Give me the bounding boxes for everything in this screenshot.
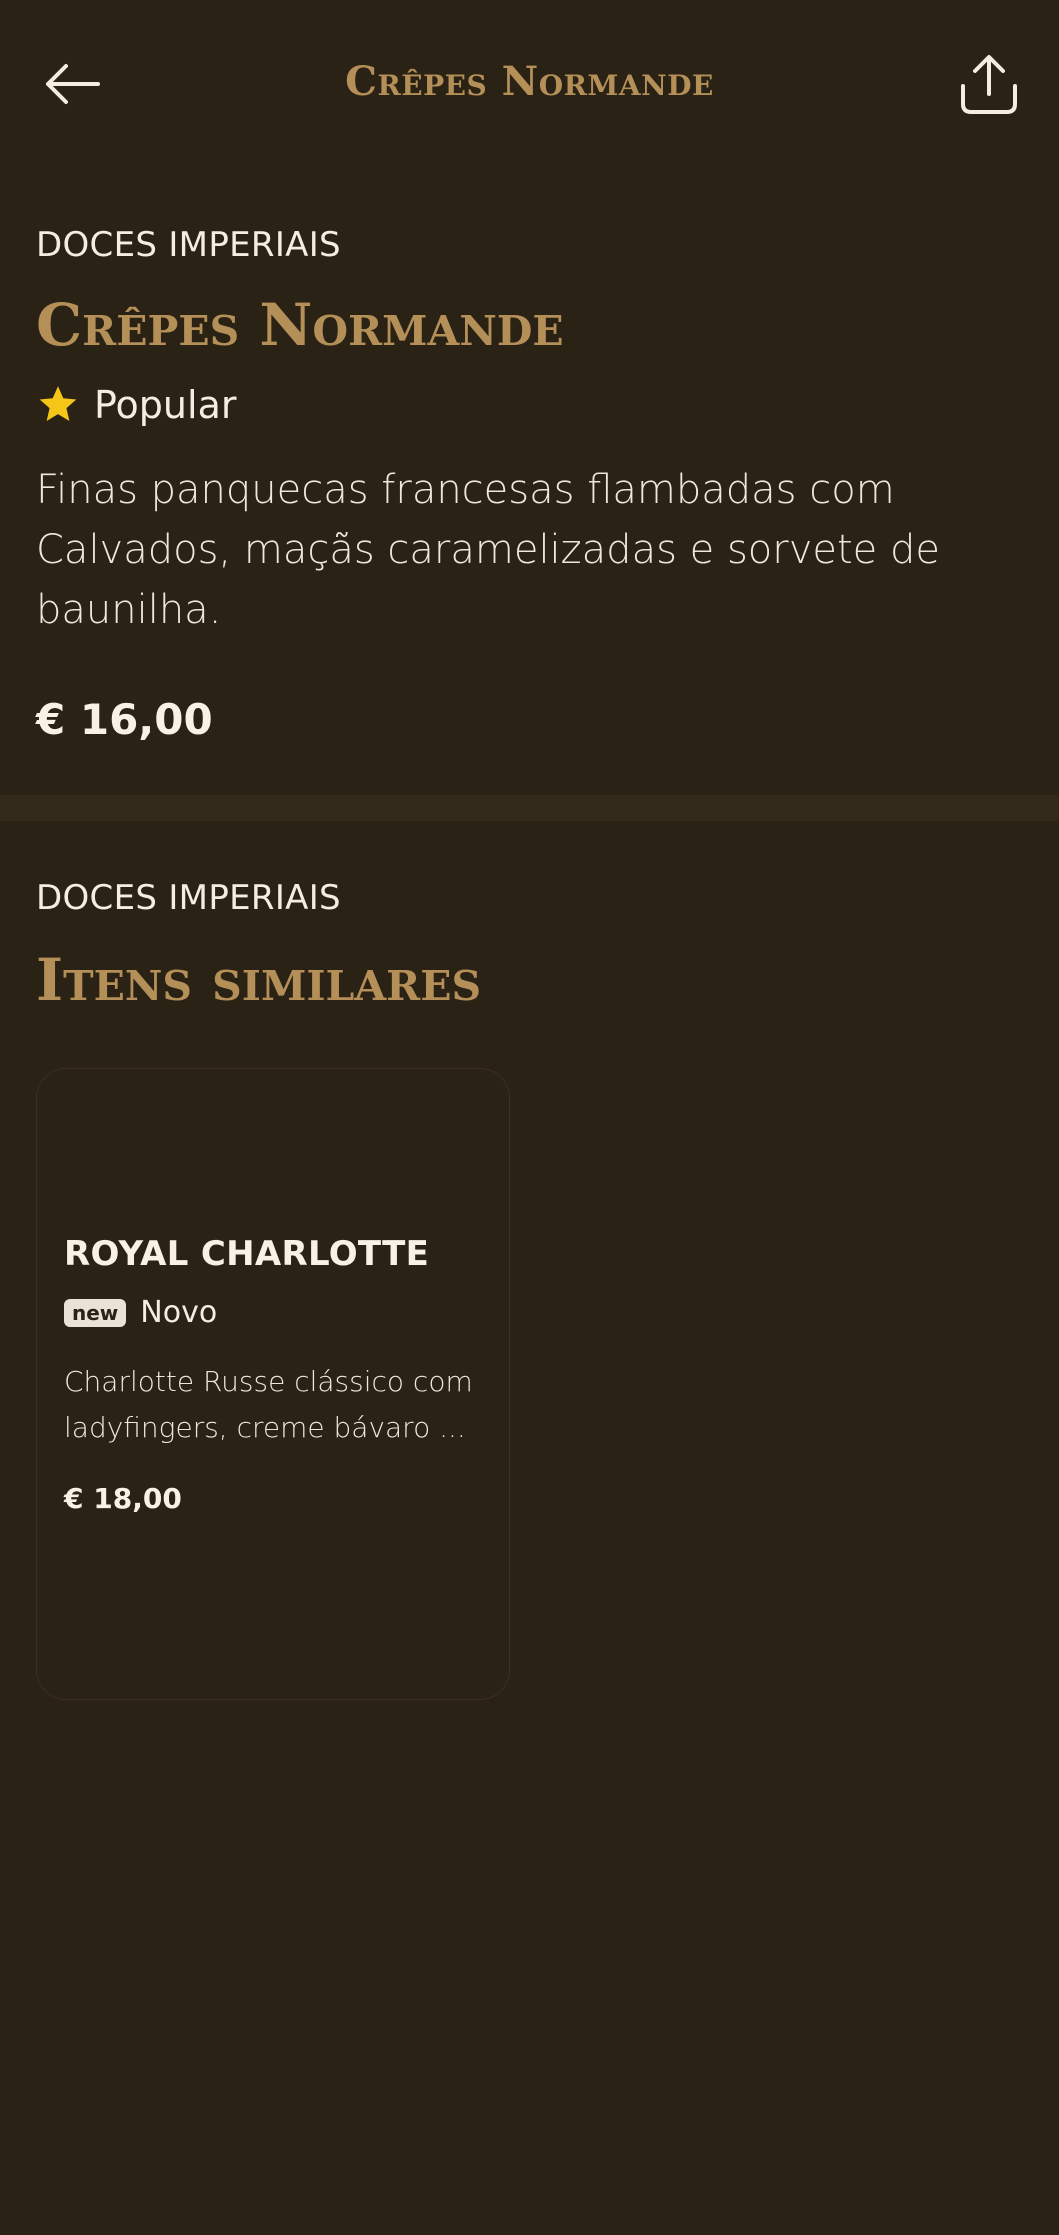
card-content: ROYAL CHARLOTTE new Novo Charlotte Russe… (64, 1231, 494, 1519)
popular-badge: Popular (36, 378, 1016, 432)
share-button[interactable] (953, 48, 1025, 120)
similar-title: Itens similares (36, 946, 482, 1014)
new-badge-row: new Novo (64, 1291, 494, 1335)
header-title: Crêpes Normande (345, 58, 714, 105)
card-item-name: ROYAL CHARLOTTE (64, 1234, 430, 1274)
new-badge-label: Novo (140, 1295, 218, 1330)
new-badge: new (64, 1299, 127, 1327)
item-detail: DOCES IMPERIAIS Crêpes Normande Popular … (36, 220, 1016, 748)
top-bar: Crêpes Normande (0, 0, 1059, 170)
similar-items-section: DOCES IMPERIAIS Itens similares ROYAL CH… (36, 873, 1016, 1700)
item-description: Finas panquecas francesas flambadas com … (36, 467, 941, 633)
star-icon (39, 386, 77, 421)
item-price: € 16,00 (36, 695, 213, 744)
similar-category: DOCES IMPERIAIS (36, 878, 341, 918)
section-divider (0, 795, 1059, 821)
share-icon (961, 55, 1017, 114)
badge-label: Popular (94, 383, 237, 427)
similar-item-card[interactable]: ROYAL CHARLOTTE new Novo Charlotte Russe… (36, 1068, 510, 1700)
card-item-description: Charlotte Russe clássico com ladyfingers… (64, 1365, 473, 1444)
item-category: DOCES IMPERIAIS (36, 225, 341, 265)
item-title: Crêpes Normande (36, 291, 564, 359)
card-item-price: € 18,00 (64, 1482, 182, 1515)
